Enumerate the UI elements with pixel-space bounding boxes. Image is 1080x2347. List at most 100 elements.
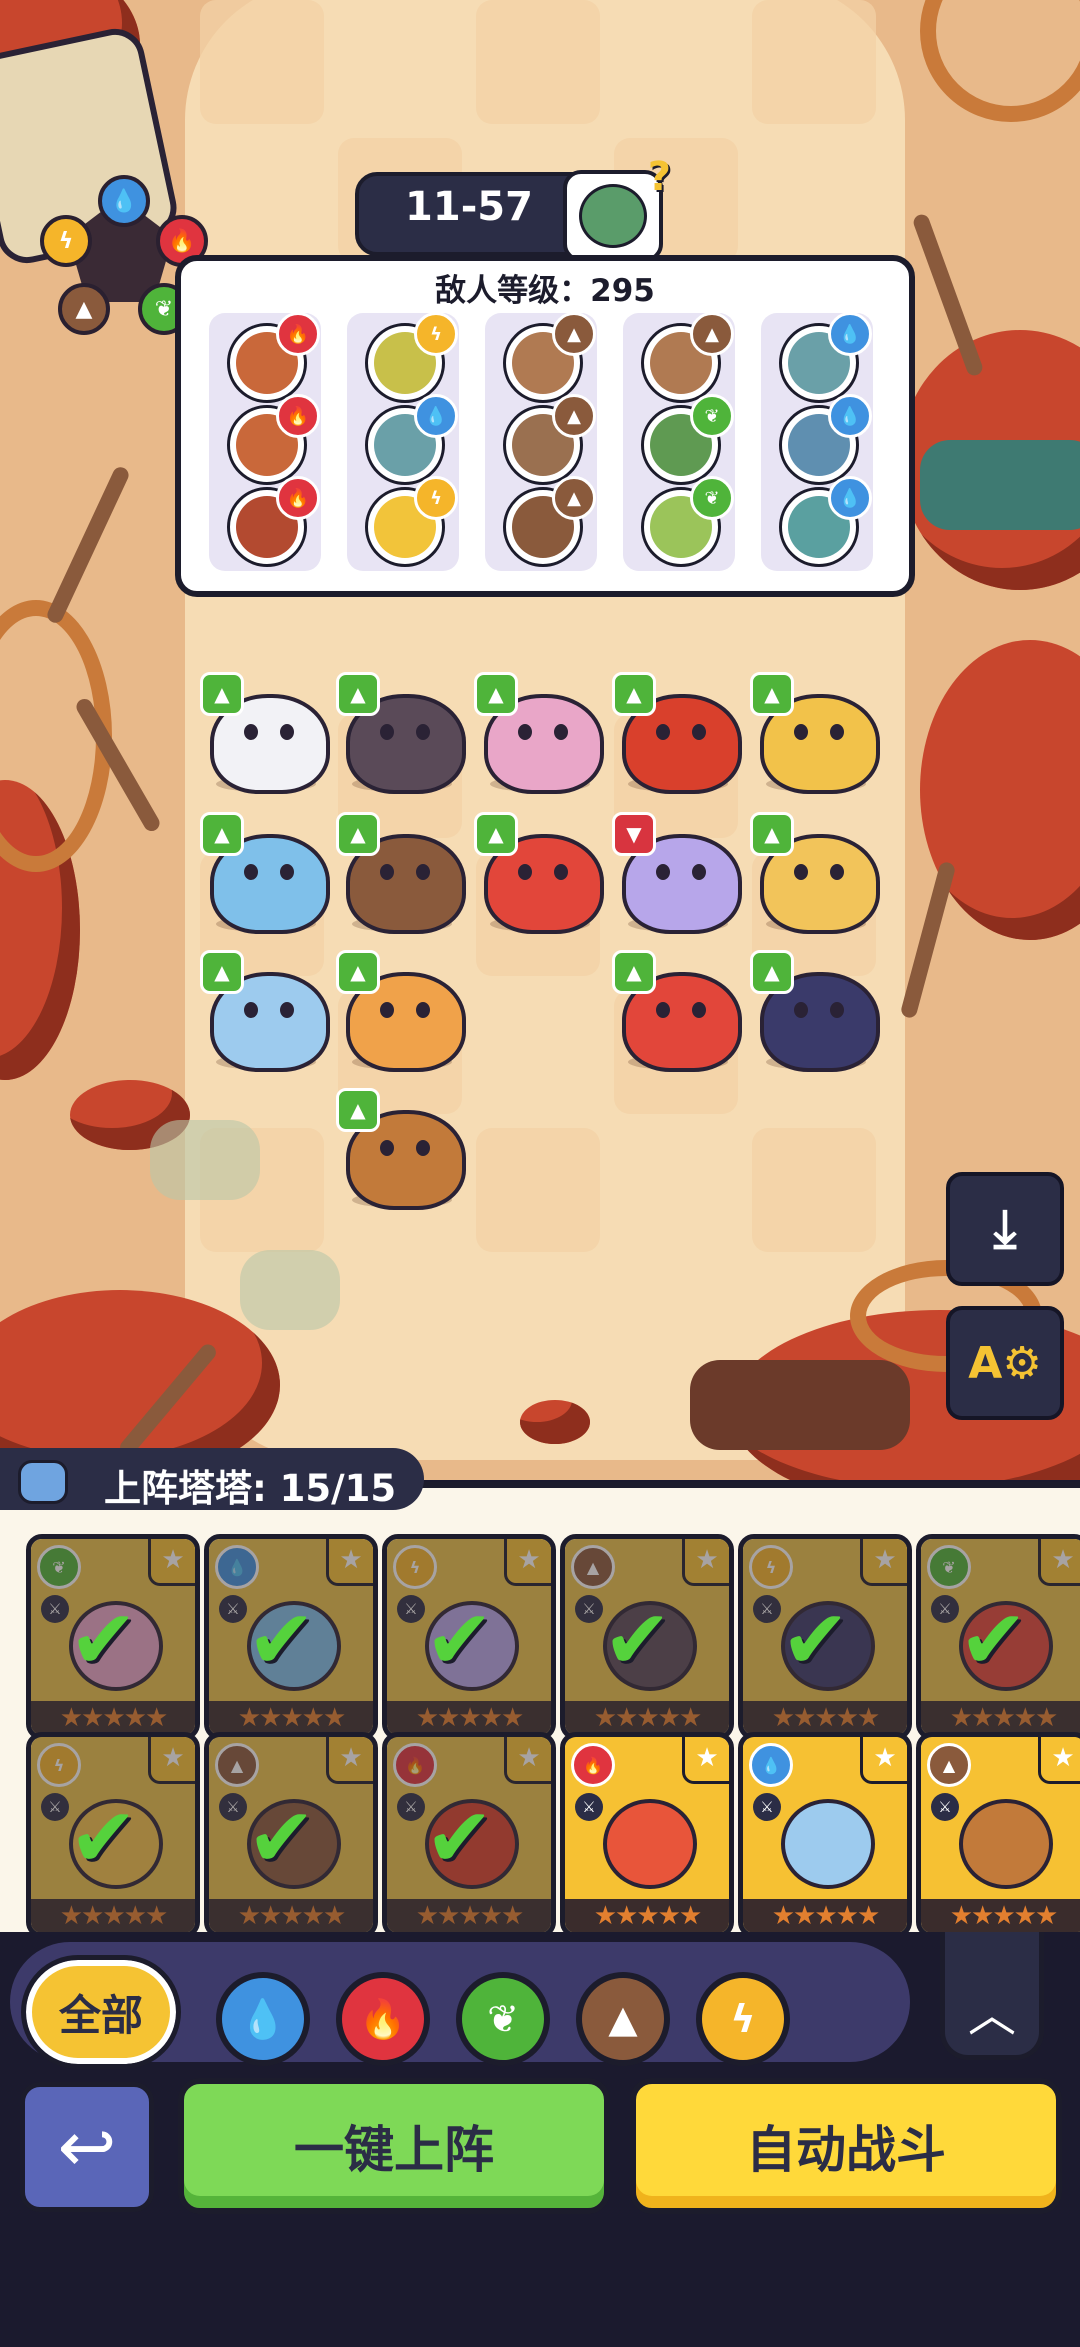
enemy-slot: 💧 (365, 394, 458, 485)
earth-icon: ▲ (927, 1743, 971, 1787)
unit-slot[interactable]: ▲ (750, 672, 880, 794)
card-monster (959, 1799, 1053, 1889)
roster-card[interactable]: 💧 ★ ⚔ ★★★★★ (738, 1732, 912, 1938)
deploy-label: 一键上阵 (294, 2121, 494, 2179)
enemy-column: ▲ ❦ ❦ (623, 312, 735, 571)
auto-battle-button[interactable]: 自动战斗 (630, 2078, 1062, 2214)
enemy-column: 🔥 🔥 🔥 (209, 312, 321, 571)
collapse-button[interactable]: ︿ (940, 1932, 1044, 2060)
filter-earth-button[interactable]: ▲ (576, 1972, 670, 2066)
unit-eye (380, 1140, 394, 1156)
roster-card[interactable]: 🔥 ★ ⚔ ★★★★★ ✔ (382, 1732, 556, 1938)
roster-panel: ❦ ★ ⚔ ★★★★★ ✔ 💧 ★ ⚔ ★★★★★ ✔ ϟ ★ ⚔ ★★★★★ ✔ ▲ ★ ⚔ ★★★★★ ✔ ϟ ★ ⚔ ★… (0, 1482, 1080, 1938)
boss-preview-button[interactable]: ? (563, 154, 671, 262)
roster-card[interactable]: ϟ ★ ⚔ ★★★★★ ✔ (26, 1732, 200, 1938)
unit-eye (554, 724, 568, 740)
auto-settings-button[interactable]: A⚙ (946, 1306, 1064, 1420)
roster-card[interactable]: ▲ ★ ⚔ ★★★★★ (916, 1732, 1080, 1938)
fire-icon: 🔥 (571, 1743, 615, 1787)
back-button[interactable]: ↩ (20, 2082, 154, 2212)
unit-slot[interactable]: ▼ (612, 812, 742, 934)
water-icon: 💧 (828, 312, 872, 356)
cat-icon (18, 1460, 68, 1504)
unit-eye (554, 864, 568, 880)
deployed-count-tag: 上阵塔塔: 15/15 (0, 1448, 424, 1510)
unit-slot[interactable]: ▲ (750, 812, 880, 934)
unit-eye (656, 864, 670, 880)
thumbs-up-icon: ▲ (200, 812, 244, 856)
roster-card[interactable]: ϟ ★ ⚔ ★★★★★ ✔ (738, 1534, 912, 1740)
enemy-slot: 🔥 (227, 394, 320, 485)
star-icon: ★ (682, 1737, 729, 1784)
checkmark-icon: ✔ (247, 1791, 316, 1886)
enemy-slot: 🔥 (227, 476, 320, 567)
chevron-up-icon: ︿ (967, 1987, 1016, 2043)
unit-eye (244, 1002, 258, 1018)
download-icon: ⤓ (993, 1198, 1017, 1259)
card-stars: ★★★★★ (921, 1899, 1080, 1933)
unit-eye (692, 1002, 706, 1018)
twig-decoration (899, 860, 957, 1020)
twig-decoration (911, 212, 985, 378)
unit-slot[interactable]: ▲ (336, 950, 466, 1072)
checkmark-icon: ✔ (69, 1593, 138, 1688)
earth-icon: ▲ (608, 1997, 638, 2041)
grass-icon: ❦ (690, 476, 734, 520)
roster-card[interactable]: 💧 ★ ⚔ ★★★★★ ✔ (204, 1534, 378, 1740)
checkmark-icon: ✔ (603, 1593, 672, 1688)
water-icon: 💧 (239, 1996, 287, 2041)
unit-eye (380, 1002, 394, 1018)
roster-card[interactable]: 🔥 ★ ⚔ ★★★★★ (560, 1732, 734, 1938)
card-monster (781, 1799, 875, 1889)
checkmark-icon: ✔ (69, 1791, 138, 1886)
earth-icon: ▲ (552, 476, 596, 520)
earth-icon: ▲ (690, 312, 734, 356)
download-button[interactable]: ⤓ (946, 1172, 1064, 1286)
earth-icon: ▲ (58, 283, 110, 335)
unit-slot[interactable]: ▲ (474, 672, 604, 794)
enemy-slot: ▲ (503, 312, 596, 403)
unit-slot[interactable]: ▲ (336, 672, 466, 794)
roster-card[interactable]: ϟ ★ ⚔ ★★★★★ ✔ (382, 1534, 556, 1740)
unit-slot[interactable]: ▲ (750, 950, 880, 1072)
grass-icon: ❦ (690, 394, 734, 438)
one-click-deploy-button[interactable]: 一键上阵 (178, 2078, 610, 2214)
deployed-count-label: 上阵塔塔: 15/15 (104, 1467, 397, 1510)
water-icon: 💧 (414, 394, 458, 438)
enemy-slot: ❦ (641, 476, 734, 567)
stone-decoration (690, 1360, 910, 1450)
unit-slot[interactable]: ▲ (612, 950, 742, 1072)
filter-fire-button[interactable]: 🔥 (336, 1972, 430, 2066)
unit-eye (416, 724, 430, 740)
enemy-column: 💧 💧 💧 (761, 312, 873, 571)
star-icon: ★ (1038, 1737, 1080, 1784)
enemy-slot: ϟ (365, 476, 458, 567)
star-icon: ★ (860, 1737, 907, 1784)
fire-icon: 🔥 (276, 394, 320, 438)
roster-card[interactable]: ▲ ★ ⚔ ★★★★★ ✔ (204, 1732, 378, 1938)
filter-electric-button[interactable]: ϟ (696, 1972, 790, 2066)
unit-slot[interactable]: ▲ (336, 812, 466, 934)
filter-all-button[interactable]: 全部 (21, 1955, 181, 2069)
roster-card[interactable]: ❦ ★ ⚔ ★★★★★ ✔ (916, 1534, 1080, 1740)
battlefield: 💧 🔥 ❦ ▲ ϟ 11-57 ? 敌人等级：295 🔥 🔥 🔥 ϟ 💧 ϟ ▲ ▲ ▲ ▲ ❦ ❦ 💧… (0, 0, 1080, 1480)
filter-water-button[interactable]: 💧 (216, 1972, 310, 2066)
unit-eye (416, 1002, 430, 1018)
water-icon: 💧 (749, 1743, 793, 1787)
roster-card[interactable]: ▲ ★ ⚔ ★★★★★ ✔ (560, 1534, 734, 1740)
unit-eye (244, 724, 258, 740)
unit-slot[interactable]: ▲ (474, 812, 604, 934)
role-icon: ⚔ (575, 1793, 603, 1821)
unit-slot[interactable]: ▲ (200, 950, 330, 1072)
roster-card[interactable]: ❦ ★ ⚔ ★★★★★ ✔ (26, 1534, 200, 1740)
unit-slot[interactable]: ▲ (200, 672, 330, 794)
electric-icon: ϟ (730, 1997, 756, 2041)
filter-grass-button[interactable]: ❦ (456, 1972, 550, 2066)
unit-slot[interactable]: ▲ (200, 812, 330, 934)
enemy-slot: 🔥 (227, 312, 320, 403)
fire-icon: 🔥 (276, 312, 320, 356)
unit-slot[interactable]: ▲ (336, 1088, 466, 1210)
enemy-slot: 💧 (779, 394, 872, 485)
unit-slot[interactable]: ▲ (612, 672, 742, 794)
grid-tile (200, 0, 324, 124)
